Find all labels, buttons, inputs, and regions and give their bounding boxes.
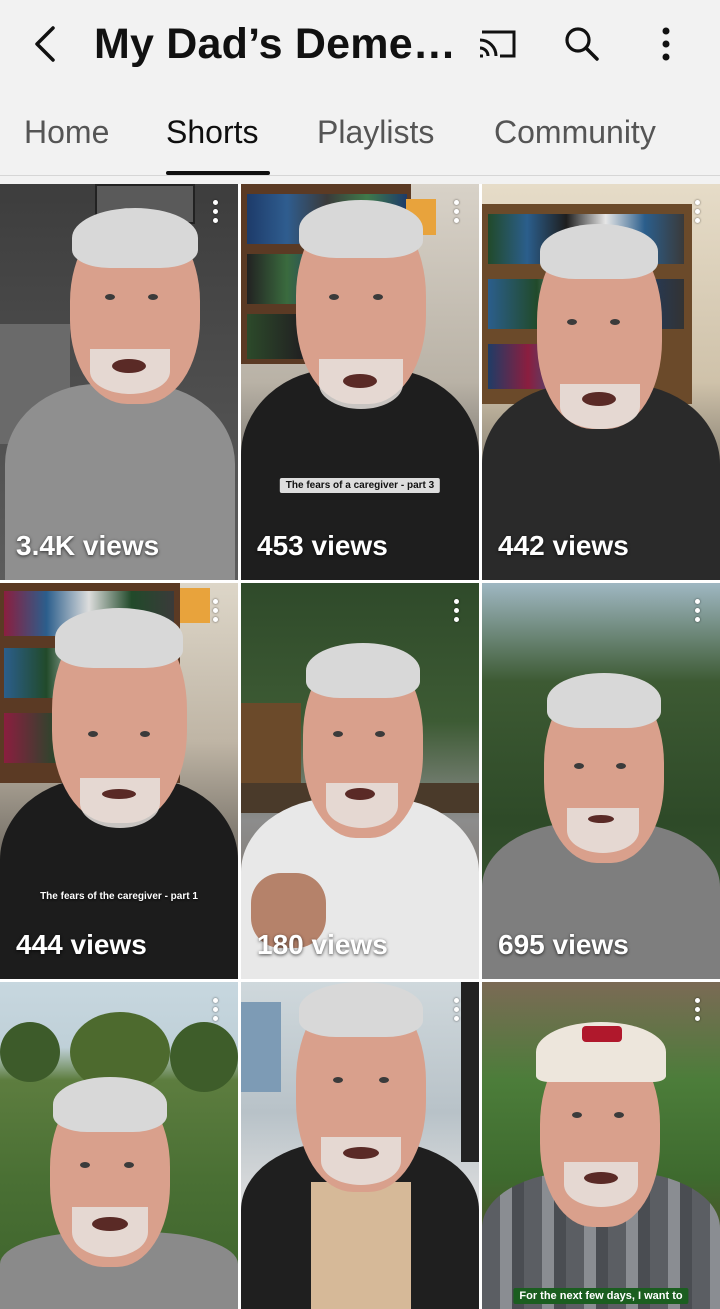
- short-more-icon[interactable]: [208, 599, 222, 627]
- search-icon[interactable]: [556, 18, 608, 70]
- short-thumbnail[interactable]: 180 views: [241, 583, 479, 979]
- short-views: 3.4K views: [16, 530, 160, 561]
- back-arrow-icon[interactable]: [18, 18, 70, 70]
- short-views: 180 views: [257, 929, 388, 960]
- short-thumbnail[interactable]: The fears of the caregiver - part 1 444 …: [0, 583, 238, 979]
- short-caption: For the next few days, I want to: [513, 1288, 689, 1304]
- channel-title: My Dad’s Deme…: [94, 20, 457, 68]
- active-tab-indicator: [166, 171, 270, 175]
- short-thumbnail[interactable]: 442 views: [482, 184, 720, 580]
- short-more-icon[interactable]: [449, 998, 463, 1026]
- tab-shorts[interactable]: Shorts: [166, 112, 258, 152]
- cast-icon[interactable]: [472, 18, 524, 70]
- short-more-icon[interactable]: [690, 200, 704, 228]
- short-more-icon[interactable]: [690, 599, 704, 627]
- short-more-icon[interactable]: [208, 998, 222, 1026]
- short-thumbnail[interactable]: For the next few days, I want to: [482, 982, 720, 1309]
- short-caption: The fears of a caregiver - part 3: [279, 478, 441, 493]
- channel-header: My Dad’s Deme…: [0, 0, 720, 88]
- short-caption: The fears of the caregiver - part 1: [40, 891, 198, 902]
- tab-home[interactable]: Home: [24, 112, 109, 152]
- short-more-icon[interactable]: [449, 200, 463, 228]
- tab-community[interactable]: Community: [494, 112, 656, 152]
- short-thumbnail[interactable]: 3.4K views: [0, 184, 238, 580]
- shorts-grid: 3.4K views The fears of a caregiver - pa…: [0, 184, 720, 1309]
- short-thumbnail[interactable]: 695 views: [482, 583, 720, 979]
- short-views: 453 views: [257, 530, 388, 561]
- short-views: 444 views: [16, 929, 147, 960]
- more-vert-icon[interactable]: [640, 18, 692, 70]
- short-thumbnail[interactable]: [241, 982, 479, 1309]
- short-views: 442 views: [498, 530, 629, 561]
- short-more-icon[interactable]: [690, 998, 704, 1026]
- short-views: 695 views: [498, 929, 629, 960]
- short-more-icon[interactable]: [449, 599, 463, 627]
- short-thumbnail[interactable]: The fears of a caregiver - part 3 453 vi…: [241, 184, 479, 580]
- channel-tabs: Home Shorts Playlists Community: [0, 92, 720, 176]
- tab-playlists[interactable]: Playlists: [317, 112, 434, 152]
- short-more-icon[interactable]: [208, 200, 222, 228]
- short-thumbnail[interactable]: [0, 982, 238, 1309]
